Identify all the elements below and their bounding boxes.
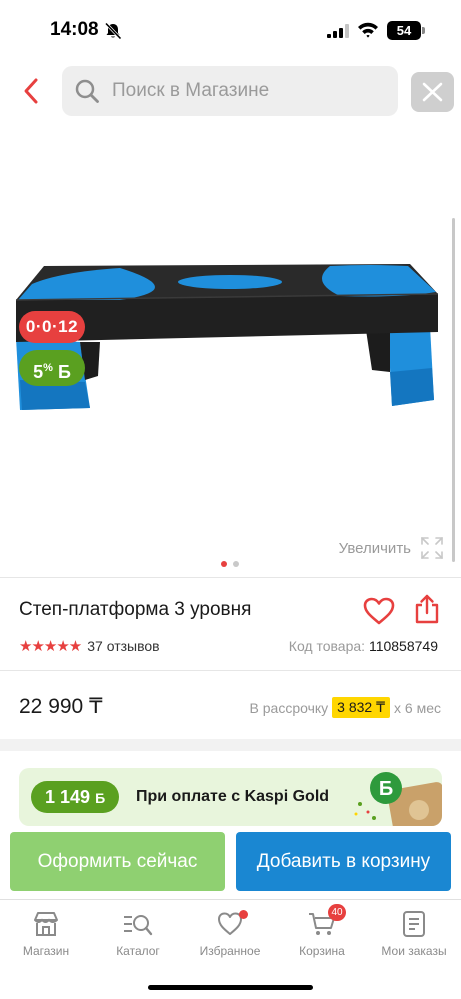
bonus-badge-value: 5	[33, 362, 44, 382]
installment-amount: 3 832 ₸	[332, 697, 391, 718]
nav-label: Каталог	[116, 944, 160, 958]
favorites-dot	[239, 910, 248, 919]
nav-item-cart[interactable]: 40 Корзина	[276, 904, 368, 958]
rating-row: ★★★★★ 37 отзывов	[19, 637, 160, 655]
rating-stars: ★★★★★	[19, 637, 82, 655]
divider	[0, 670, 461, 671]
gallery-pager	[221, 554, 245, 572]
add-to-cart-button[interactable]: Добавить в корзину	[236, 832, 451, 891]
bonus-badge: 5% Б	[19, 350, 85, 386]
nav-item-shop[interactable]: Магазин	[0, 910, 92, 958]
product-code: Код товара: 110858749	[289, 638, 438, 654]
pager-dot-active	[221, 561, 227, 567]
gold-bonus-amount: 1 149	[45, 787, 91, 807]
bell-off-icon	[104, 22, 122, 40]
section-separator	[0, 739, 461, 751]
status-time: 14:08	[50, 19, 99, 40]
battery-indicator: 54	[387, 21, 425, 40]
installment-badge: 0·0·12	[19, 311, 85, 343]
zoom-button[interactable]: Увеличить	[339, 536, 443, 560]
cart-count-badge: 40	[328, 904, 346, 921]
product-price: 22 990 ₸	[19, 695, 103, 718]
catalog-icon	[124, 915, 153, 936]
scroll-indicator	[452, 218, 455, 562]
kaspi-gold-banner[interactable]: 1 149 Б При оплате с Kaspi Gold Б	[19, 768, 442, 826]
home-indicator	[148, 985, 313, 990]
back-icon[interactable]	[20, 76, 46, 106]
nav-item-favorites[interactable]: Избранное	[184, 910, 276, 958]
close-icon	[422, 82, 443, 102]
nav-label: Мои заказы	[381, 944, 447, 958]
divider	[0, 577, 461, 578]
header	[0, 64, 461, 118]
gold-bonus-currency: Б	[95, 790, 106, 806]
installment-suffix: х 6 мес	[394, 699, 441, 716]
favorite-heart-icon[interactable]	[362, 596, 396, 626]
share-icon[interactable]	[414, 594, 440, 624]
shop-icon	[34, 912, 58, 936]
gold-bonus-badge: 1 149 Б	[31, 781, 120, 813]
close-button[interactable]	[411, 72, 454, 112]
zoom-label: Увеличить	[338, 539, 411, 557]
checkout-button[interactable]: Оформить сейчас	[10, 832, 225, 891]
installment-prefix: В рассрочку	[249, 699, 329, 716]
bottom-nav: Магазин Каталог Избранное 40 Корзина Мои…	[0, 899, 461, 999]
signal-icon	[327, 24, 349, 38]
expand-icon	[421, 537, 443, 559]
orders-icon	[403, 911, 425, 937]
nav-item-catalog[interactable]: Каталог	[92, 910, 184, 958]
nav-label: Магазин	[22, 944, 70, 958]
search-input[interactable]	[112, 66, 392, 116]
nav-item-orders[interactable]: Мои заказы	[368, 910, 460, 958]
installment-info: В рассрочку 3 832 ₸ х 6 мес	[250, 697, 441, 718]
svg-text:Б: Б	[379, 778, 393, 800]
nav-label: Избранное	[199, 944, 261, 958]
status-bar: 14:08 54	[0, 0, 461, 60]
bonus-badge-pct: %	[43, 362, 53, 374]
product-gallery[interactable]: 0·0·12 5% Б Увеличить	[0, 120, 461, 575]
bonus-badge-currency: Б	[57, 362, 71, 382]
wifi-icon	[358, 22, 378, 38]
reviews-link[interactable]: 37 отзывов	[87, 638, 159, 654]
product-title: Степ-платформа 3 уровня	[19, 599, 252, 620]
pager-dot	[233, 561, 239, 567]
search-icon	[75, 79, 99, 103]
kaspi-gold-card-icon: Б	[354, 772, 442, 826]
product-code-label: Код товара:	[288, 638, 366, 654]
gold-banner-text: При оплате с Kaspi Gold	[136, 788, 330, 805]
product-code-value: 110858749	[368, 638, 438, 654]
nav-label: Корзина	[299, 944, 345, 958]
search-box[interactable]	[62, 66, 398, 116]
